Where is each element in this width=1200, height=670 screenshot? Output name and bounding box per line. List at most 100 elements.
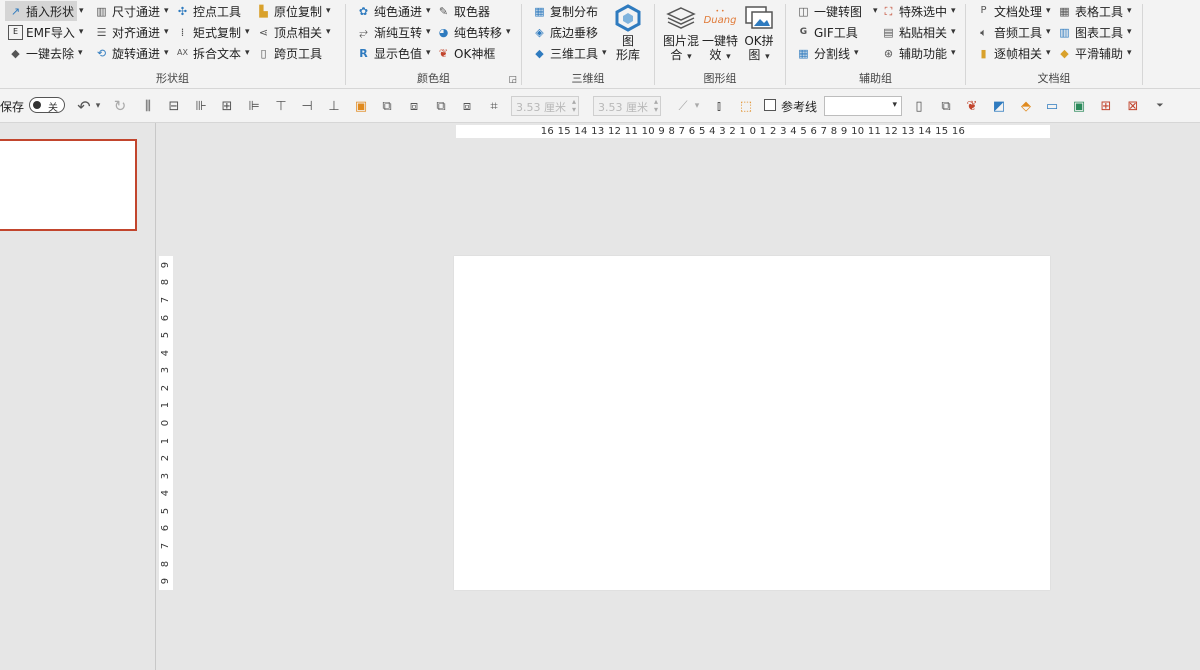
paste-related-button[interactable]: ▤ 粘贴相关 ▾ — [881, 22, 955, 42]
distribute-v-icon[interactable]: ⊪ — [192, 97, 210, 115]
bottom-vertical-button[interactable]: ◈ 底边垂移 — [532, 22, 598, 42]
grid-icon[interactable]: ⊞ — [1097, 97, 1115, 115]
chevron-down-icon[interactable]: ▾ — [692, 97, 702, 115]
customize-toolbar-icon[interactable]: ⏷ — [1151, 97, 1169, 115]
crop-icon[interactable]: ⌗ — [485, 97, 503, 115]
one-key-effect-button[interactable]: • • Duang 一键特 效 ▾ — [700, 4, 740, 64]
ruler-tick-label: 1 — [160, 437, 171, 444]
show-color-button[interactable]: R 显示色值 ▾ — [356, 43, 430, 63]
chevron-down-icon: ▾ — [873, 6, 878, 16]
gif-tool-button[interactable]: G GIF工具 — [796, 22, 858, 42]
doc-process-icon: P — [980, 5, 987, 16]
distribute-h-icon[interactable]: ⫼ — [139, 97, 157, 115]
vertex-related-button[interactable]: ⋖ 顶点相关 ▾ — [256, 22, 331, 42]
bring-front-icon[interactable]: ⧉ — [432, 97, 450, 115]
control-point-button[interactable]: ✣ 控点工具 — [175, 1, 241, 21]
ruler-tick-label: 8 — [160, 560, 171, 567]
window-icon[interactable]: ▣ — [1070, 97, 1088, 115]
gradient-swap-button[interactable]: ⥂ 渐纯互转 ▾ — [356, 22, 430, 42]
ruler-icon[interactable]: ▭ — [1043, 97, 1061, 115]
color-picker-button[interactable]: ✎ 取色器 — [436, 1, 490, 21]
origin-copy-button[interactable]: ▙ 原位复制 — [256, 1, 322, 21]
chevron-down-icon: ▾ — [1046, 27, 1051, 37]
chevron-down-icon: ▾ — [426, 6, 431, 16]
emf-export-button[interactable]: E EMF导入 ▾ — [8, 22, 83, 42]
rotate-pass-button[interactable]: ⟲ 旋转通进 ▾ — [94, 43, 169, 63]
distribute-icon[interactable]: ⫾ — [710, 97, 728, 115]
send-back-icon[interactable]: ⧈ — [458, 97, 476, 115]
guide-checkbox[interactable] — [764, 99, 776, 111]
guide-dropdown[interactable]: ▾ — [824, 96, 902, 116]
special-select-button[interactable]: ⛶ 特殊选中 ▾ — [881, 1, 956, 21]
ruler-tick-label: 2 — [160, 384, 171, 392]
cross-page-button[interactable]: ▯ 跨页工具 — [256, 43, 322, 63]
align-left-icon[interactable]: ⊫ — [245, 97, 263, 115]
gif-icon: G — [799, 26, 808, 37]
align-middle-icon[interactable]: ⊞ — [218, 97, 236, 115]
ok-collage-button[interactable]: OK拼 图 ▾ — [739, 4, 779, 64]
three-d-tool-button[interactable]: ◆ 三维工具 ▾ — [532, 43, 606, 63]
ok-logo-icon[interactable]: ❦ — [963, 97, 981, 115]
copy-distribute-button[interactable]: ▦ 复制分布 — [532, 1, 598, 21]
chevron-down-icon: ▾ — [164, 48, 169, 58]
align-bottom-icon[interactable]: ⊥ — [325, 97, 343, 115]
layer-icon[interactable]: ◩ — [990, 97, 1008, 115]
ribbon: ↗ 插入形状 ▾ E EMF导入 ▾ ◆ 一键去除 ▾ ▥ 尺寸通进 ▾ ☰ 对齐通进… — [0, 0, 1200, 89]
one-key-remove-button[interactable]: ◆ 一键去除 ▾ — [8, 43, 82, 63]
shape-library-button[interactable]: 图 形库 — [608, 4, 648, 62]
duang-icon: • • Duang — [703, 8, 737, 27]
pure-pass-button[interactable]: ✿ 纯色通进 ▾ — [356, 1, 431, 21]
page-icon[interactable]: ▯ — [910, 97, 928, 115]
lock-ratio-icon[interactable]: ⟋ — [674, 97, 692, 115]
ruler-tick-label: 4 — [160, 349, 171, 356]
three-d-group-label: 三维组 — [571, 72, 605, 85]
table-icon: ▦ — [1059, 4, 1070, 18]
matrix-copy-button[interactable]: ⁞ 矩式复制 ▾ — [175, 22, 250, 42]
group-icon[interactable]: ▣ — [352, 97, 370, 115]
to-image-button[interactable]: ◫ 一键转图 ▾ — [796, 1, 878, 21]
frame-related-button[interactable]: ▮ 逐帧相关 ▾ — [976, 43, 1050, 63]
aux-function-button[interactable]: ⊛ 辅助功能 ▾ — [881, 43, 956, 63]
origin-copy-dropdown[interactable]: ▾ — [325, 1, 331, 21]
select-pane-icon[interactable]: ⬚ — [737, 97, 755, 115]
undo-icon[interactable]: ↶ — [75, 97, 93, 116]
ruler-tick-label: 4 — [160, 490, 171, 497]
chevron-down-icon: ▾ — [506, 27, 511, 37]
audio-tool-button[interactable]: 🔈︎ 音频工具 ▾ — [976, 22, 1051, 42]
chart-tool-button[interactable]: ▥ 图表工具 ▾ — [1057, 22, 1131, 42]
chevron-down-icon[interactable]: ▾ — [93, 97, 103, 115]
autosave-toggle[interactable]: 关 — [29, 97, 65, 114]
table-tool-button[interactable]: ▦ 表格工具 ▾ — [1057, 1, 1131, 21]
screen-icon[interactable]: ⧉ — [937, 97, 955, 115]
picture-mix-button[interactable]: 图片混 合 ▾ — [661, 4, 701, 64]
ok-frame-button[interactable]: ❦ OK神框 — [436, 43, 495, 63]
height-input[interactable]: 3.53 厘米 ▴ ▾ — [593, 96, 661, 116]
align-top-icon[interactable]: ⊤ — [272, 97, 290, 115]
rotate-icon: ⟲ — [96, 46, 107, 60]
doc-process-button[interactable]: P 文档处理 ▾ — [976, 1, 1050, 21]
slide-canvas[interactable] — [454, 256, 1050, 590]
slide-thumbnail[interactable] — [0, 139, 137, 231]
smooth-aux-button[interactable]: ◆ 平滑辅助 ▾ — [1057, 43, 1131, 63]
size-pass-button[interactable]: ▥ 尺寸通进 ▾ — [94, 1, 168, 21]
send-backward-icon[interactable]: ⧈ — [405, 97, 423, 115]
width-input[interactable]: 3.53 厘米 ▴ ▾ — [511, 96, 579, 116]
insert-shape-dropdown[interactable]: ▾ — [78, 1, 84, 21]
chevron-down-icon: ▾ — [765, 52, 770, 62]
no-guide-icon[interactable]: ⊠ — [1124, 97, 1142, 115]
align-center-v-icon[interactable]: ⊟ — [165, 97, 183, 115]
matrix-icon: ⁞ — [180, 25, 185, 39]
bring-forward-icon[interactable]: ⧉ — [378, 97, 396, 115]
autosave-label: 保存 — [0, 100, 25, 114]
divider-button[interactable]: ▦ 分割线 ▾ — [796, 43, 858, 63]
pure-convert-button[interactable]: ◕ 纯色转移 ▾ — [436, 22, 511, 42]
redo-icon[interactable]: ↻ — [111, 97, 129, 115]
insert-shape-button[interactable]: ↗ 插入形状 — [5, 1, 78, 21]
split-text-button[interactable]: AX 拆合文本 ▾ — [175, 43, 250, 63]
spin-arrows-icon[interactable]: ▴ ▾ — [654, 98, 658, 114]
transform-icon[interactable]: ⬘ — [1017, 97, 1035, 115]
align-right-icon[interactable]: ⊣ — [298, 97, 316, 115]
dialog-launcher-icon[interactable]: ◲ — [508, 75, 517, 85]
spin-arrows-icon[interactable]: ▴ ▾ — [572, 98, 576, 114]
align-pass-button[interactable]: ☰ 对齐通进 ▾ — [94, 22, 169, 42]
